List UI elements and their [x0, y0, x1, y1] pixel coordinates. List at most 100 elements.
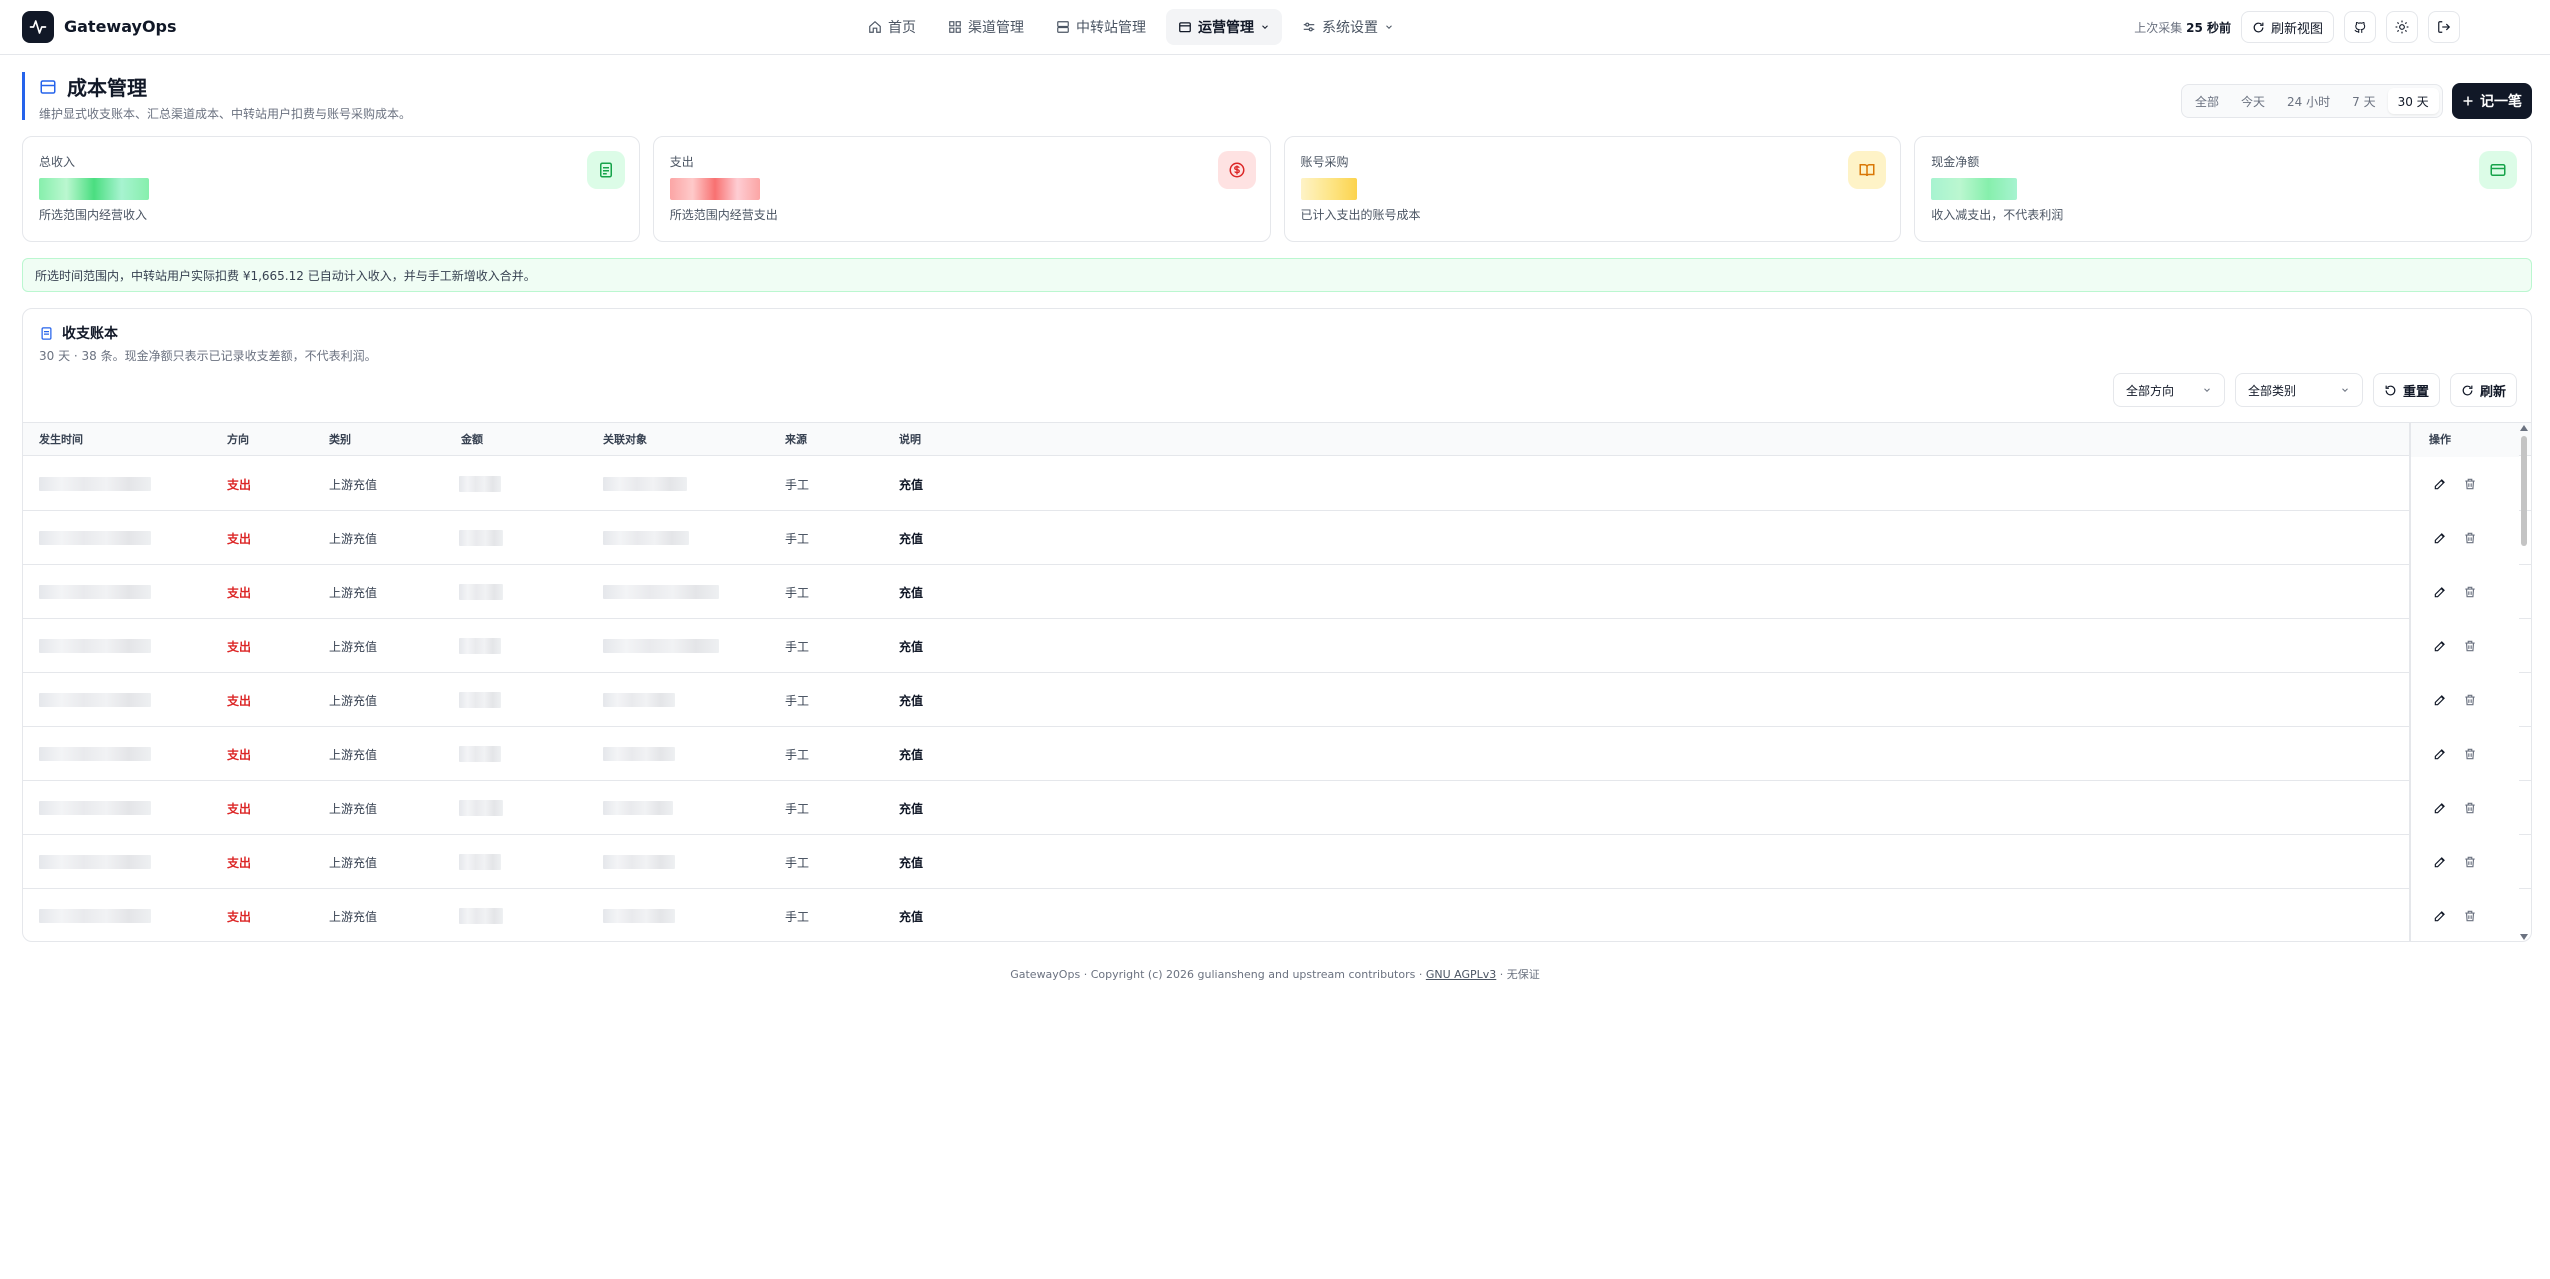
table-row: 支出 上游充值 手工 充值 [23, 727, 2531, 781]
cell-related [603, 727, 675, 781]
redacted-related [603, 531, 689, 545]
cell-description: 充值 [899, 639, 924, 654]
stat-cards: 总收入 所选范围内经营收入 支出 所选范围内经营支出 账号采购 已计入支出的账号… [22, 136, 2532, 242]
trash-icon[interactable] [2463, 585, 2477, 599]
redacted-time [39, 585, 151, 599]
redacted-amount [459, 854, 501, 870]
edit-icon[interactable] [2433, 639, 2447, 653]
edit-icon[interactable] [2433, 531, 2447, 545]
nav-relay[interactable]: 中转站管理 [1044, 9, 1158, 45]
trash-icon[interactable] [2463, 639, 2477, 653]
scrollbar-thumb[interactable] [2521, 436, 2527, 546]
footer: GatewayOps · Copyright (c) 2026 guliansh… [0, 966, 2550, 982]
ledger-title-row: 收支账本 [39, 323, 118, 343]
card-label: 现金净额 [1931, 155, 1980, 169]
redacted-amount [459, 530, 503, 546]
wallet-icon [1179, 22, 1191, 33]
cell-direction: 支出 [227, 585, 252, 600]
cell-actions [2409, 889, 2519, 941]
redacted-time [39, 693, 151, 707]
redacted-related [603, 747, 675, 761]
trash-icon[interactable] [2463, 747, 2477, 761]
reset-button[interactable]: 重置 [2372, 373, 2440, 407]
edit-icon[interactable] [2433, 477, 2447, 491]
direction-select[interactable]: 全部方向 [2112, 373, 2225, 407]
github-button[interactable] [2344, 11, 2376, 43]
col-description[interactable]: 说明 [899, 423, 921, 457]
edit-icon[interactable] [2433, 693, 2447, 707]
trash-icon[interactable] [2463, 801, 2477, 815]
theme-toggle-button[interactable] [2386, 11, 2418, 43]
table-row: 支出 上游充值 手工 充值 [23, 889, 2531, 941]
footer-copyright: Copyright (c) 2026 guliansheng and upstr… [1090, 968, 1416, 981]
table-scrollbar[interactable] [2519, 422, 2529, 941]
cell-source: 手工 [785, 909, 810, 924]
redacted-amount [459, 638, 501, 654]
nav-home[interactable]: 首页 [856, 9, 928, 45]
category-select[interactable]: 全部类别 [2234, 373, 2363, 407]
range-7d[interactable]: 7 天 [2342, 88, 2385, 114]
cell-description: 充值 [899, 585, 924, 600]
grid-icon [949, 21, 961, 33]
range-all[interactable]: 全部 [2185, 88, 2229, 114]
redacted-time [39, 801, 151, 815]
cell-amount [459, 673, 501, 727]
server-icon [1057, 21, 1069, 33]
edit-icon[interactable] [2433, 585, 2447, 599]
card-value-redacted [39, 178, 149, 200]
trash-icon[interactable] [2463, 531, 2477, 545]
col-actions: 操作 [2429, 433, 2451, 446]
reset-icon [2385, 385, 2396, 395]
nav-channels[interactable]: 渠道管理 [936, 9, 1036, 45]
nav-settings[interactable]: 系统设置 [1290, 9, 1406, 45]
logo[interactable] [22, 11, 54, 43]
page-header: 成本管理 维护显式收支账本、汇总渠道成本、中转站用户扣费与账号采购成本。 [22, 72, 411, 121]
trash-icon[interactable] [2463, 909, 2477, 923]
cell-description: 充值 [899, 801, 924, 816]
edit-icon[interactable] [2433, 909, 2447, 923]
trash-icon[interactable] [2463, 855, 2477, 869]
cell-time [39, 781, 151, 835]
cell-amount [459, 835, 501, 889]
edit-icon[interactable] [2433, 855, 2447, 869]
col-related[interactable]: 关联对象 [603, 423, 647, 457]
redacted-related [603, 909, 675, 923]
col-direction[interactable]: 方向 [227, 423, 249, 457]
cell-actions [2409, 619, 2519, 673]
card-value-redacted [1300, 178, 1357, 200]
col-actions-cell: 操作 [2409, 423, 2519, 457]
card-subtext: 所选范围内经营收入 [39, 208, 148, 222]
table-row: 支出 上游充值 手工 充值 [23, 511, 2531, 565]
col-source[interactable]: 来源 [785, 423, 807, 457]
ledger-table-header: 发生时间 方向 类别 金额 关联对象 来源 说明 操作 [23, 422, 2531, 457]
license-link[interactable]: GNU AGPLv3 [1426, 968, 1496, 981]
card-expense: 支出 所选范围内经营支出 [652, 136, 1271, 242]
logout-button[interactable] [2428, 11, 2460, 43]
trash-icon[interactable] [2463, 693, 2477, 707]
edit-icon[interactable] [2433, 801, 2447, 815]
cell-category: 上游充值 [329, 693, 378, 708]
range-30d[interactable]: 30 天 [2387, 88, 2439, 114]
cell-description: 充值 [899, 855, 924, 870]
col-amount[interactable]: 金额 [461, 423, 483, 457]
table-row: 支出 上游充值 手工 充值 [23, 619, 2531, 673]
trash-icon[interactable] [2463, 477, 2477, 491]
cell-actions [2409, 835, 2519, 889]
top-navigation-bar: GatewayOps 首页 渠道管理 中转站管理 运营管理 系统设置 上次采集 … [0, 0, 2550, 55]
range-today[interactable]: 今天 [2231, 88, 2275, 114]
cell-amount [459, 457, 501, 511]
col-category[interactable]: 类别 [329, 423, 351, 457]
footer-warranty: 无保证 [1506, 968, 1540, 981]
edit-icon[interactable] [2433, 747, 2447, 761]
range-24h[interactable]: 24 小时 [2277, 88, 2340, 114]
col-time[interactable]: 发生时间 [39, 423, 83, 457]
add-record-button[interactable]: 记一笔 [2452, 83, 2532, 119]
nav-operations[interactable]: 运营管理 [1166, 9, 1282, 45]
scroll-up-icon [2520, 425, 2528, 431]
refresh-icon [2253, 22, 2264, 32]
wallet-icon [40, 79, 56, 94]
cell-amount [459, 781, 503, 835]
refresh-button[interactable]: 刷新 [2449, 373, 2517, 407]
cell-time [39, 511, 151, 565]
refresh-view-button[interactable]: 刷新视图 [2240, 11, 2334, 43]
